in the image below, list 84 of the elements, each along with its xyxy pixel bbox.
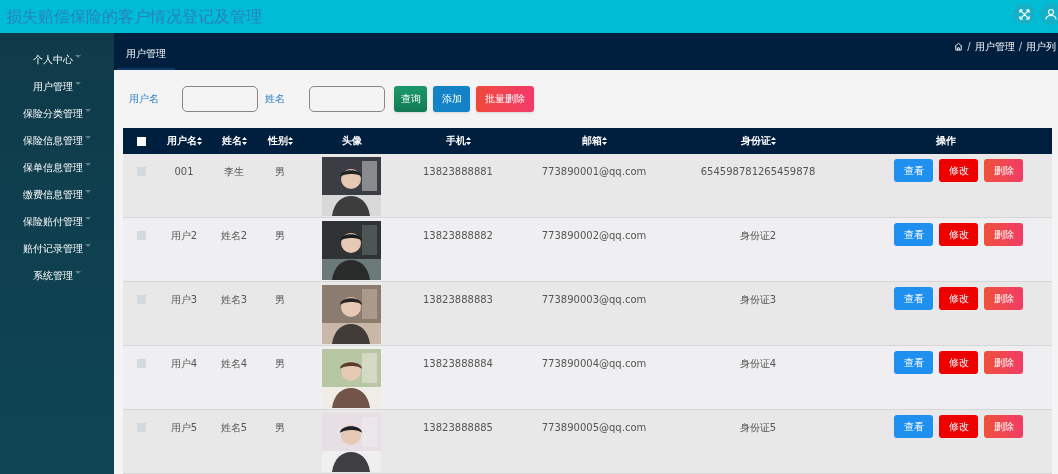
table-cell: 用户3 <box>170 294 198 305</box>
table-cell: 654598781265459878 <box>700 165 816 177</box>
sort-icon[interactable] <box>287 136 293 145</box>
table-cell: 男 <box>275 422 285 433</box>
button[interactable]: 删除 <box>984 287 1023 310</box>
table-cell: 773890003@qq.com <box>541 294 647 305</box>
select-all-checkbox[interactable] <box>137 136 146 146</box>
table-cell: 男 <box>275 230 285 241</box>
sidebar-item[interactable]: 保单信息管理 <box>0 157 114 177</box>
table-cell: 身份证4 <box>739 358 777 369</box>
fullscreen-button[interactable] <box>1013 3 1035 25</box>
column-header[interactable]: 手机 <box>445 133 466 148</box>
user-icon <box>1045 8 1057 20</box>
sidebar-item[interactable]: 保险分类管理 <box>0 103 114 123</box>
column-header: 头像 <box>342 134 362 148</box>
table-cell: 用户4 <box>170 358 198 369</box>
field-label: 姓名 <box>265 92 285 107</box>
button[interactable]: 删除 <box>984 351 1023 374</box>
table-cell: 用户5 <box>170 422 198 433</box>
column-header[interactable]: 身份证 <box>740 133 771 148</box>
table-cell: 姓名5 <box>220 422 248 433</box>
table-cell: 001 <box>174 165 194 177</box>
column-header[interactable]: 用户名 <box>166 133 197 148</box>
sort-icon[interactable] <box>770 136 776 145</box>
column-header: 操作 <box>936 134 956 148</box>
sidebar-item[interactable]: 系统管理 <box>0 265 114 285</box>
table-cell: 男 <box>275 294 285 305</box>
sidebar-item[interactable]: 赔付记录管理 <box>0 238 114 258</box>
sidebar-item[interactable]: 保险赔付管理 <box>0 211 114 231</box>
button[interactable]: 修改 <box>939 351 978 374</box>
sidebar-item[interactable]: 保险信息管理 <box>0 130 114 150</box>
table-cell: 身份证2 <box>739 230 777 241</box>
button[interactable]: 修改 <box>939 415 978 438</box>
table-cell: 男 <box>275 358 285 369</box>
button[interactable]: 修改 <box>939 287 978 310</box>
field-label: 用户名 <box>129 92 159 107</box>
sidebar-item[interactable]: 个人中心 <box>0 49 114 69</box>
app-title: 损失赔偿保险的客户情况登记及管理 <box>6 5 262 28</box>
table-cell: 用户2 <box>170 230 198 241</box>
table-cell: 13823888882 <box>423 230 493 241</box>
sidebar-item[interactable]: 缴费信息管理 <box>0 184 114 204</box>
table-cell: 13823888881 <box>423 165 493 177</box>
input-field[interactable] <box>309 85 385 112</box>
button[interactable]: 批量删除 <box>476 85 534 112</box>
table-cell: 姓名4 <box>220 358 248 369</box>
home-icon[interactable] <box>954 41 964 51</box>
table-cell: 13823888885 <box>423 422 493 433</box>
fullscreen-icon <box>1018 8 1030 20</box>
table-cell: 773890005@qq.com <box>541 422 647 433</box>
row-checkbox[interactable] <box>137 359 146 368</box>
input-field[interactable] <box>182 85 258 112</box>
user-button[interactable] <box>1040 3 1058 25</box>
button[interactable]: 添加 <box>433 85 470 112</box>
table-cell: 身份证5 <box>739 422 777 433</box>
button[interactable]: 删除 <box>984 415 1023 438</box>
breadcrumb-link[interactable]: 用户管理 <box>974 38 1015 54</box>
button[interactable]: 修改 <box>939 223 978 246</box>
table-cell: 身份证3 <box>739 294 777 305</box>
table-cell: 13823888884 <box>423 358 493 369</box>
table-cell: 李生 <box>224 165 244 177</box>
breadcrumb-link[interactable]: 用户列 <box>1026 38 1056 54</box>
sort-icon[interactable] <box>601 136 607 145</box>
table-cell: 773890004@qq.com <box>541 358 647 369</box>
table-cell: 773890002@qq.com <box>541 230 647 241</box>
table-cell: 13823888883 <box>423 294 493 305</box>
sort-icon[interactable] <box>196 136 202 145</box>
sidebar-item[interactable]: 用户管理 <box>0 76 114 96</box>
tab[interactable]: 用户管理 <box>117 43 175 70</box>
button[interactable]: 删除 <box>984 223 1023 246</box>
button[interactable]: 删除 <box>984 158 1023 182</box>
column-header[interactable]: 性别 <box>267 133 288 148</box>
table-cell: 男 <box>275 165 285 177</box>
sort-icon[interactable] <box>241 136 247 145</box>
table-cell: 姓名2 <box>220 230 248 241</box>
button[interactable]: 查询 <box>394 85 427 112</box>
row-checkbox[interactable] <box>137 231 146 240</box>
breadcrumb-separator: / <box>966 39 972 54</box>
sort-icon[interactable] <box>465 136 471 145</box>
table-cell: 姓名3 <box>220 294 248 305</box>
column-header[interactable]: 邮箱 <box>581 133 602 148</box>
table-cell: 773890001@qq.com <box>541 165 647 177</box>
column-header[interactable]: 姓名 <box>221 133 242 148</box>
breadcrumb-separator: / <box>1017 39 1023 54</box>
button[interactable]: 修改 <box>939 158 978 182</box>
